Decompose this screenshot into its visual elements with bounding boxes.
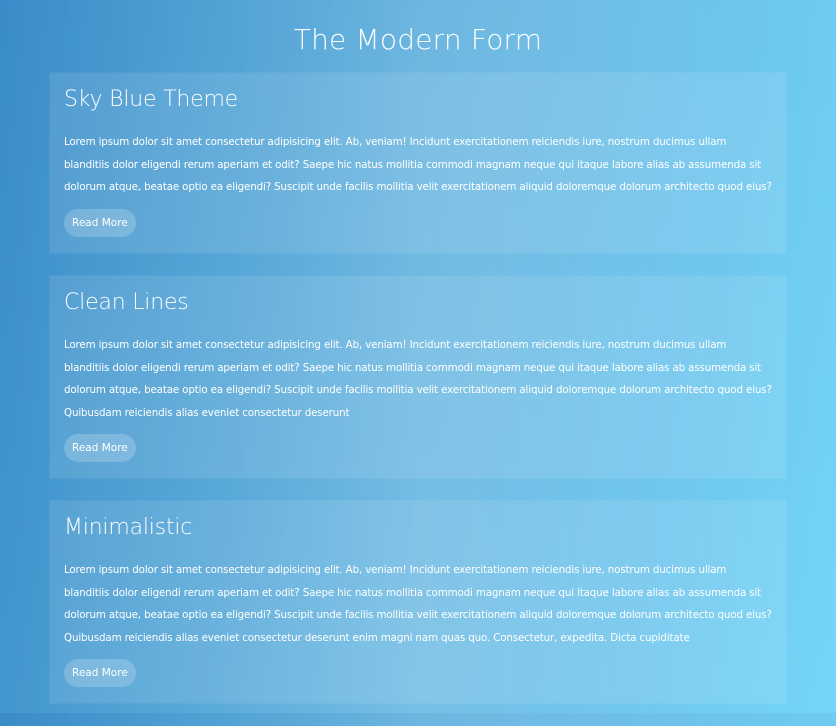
read-more-button[interactable]: Read More <box>64 208 136 237</box>
card-title: Minimalistic <box>64 515 193 540</box>
card-sky-blue-theme: Sky Blue Theme Lorem ipsum dolor sit ame… <box>50 73 786 253</box>
card-body: Lorem ipsum dolor sit amet consectetur a… <box>64 564 772 644</box>
read-more-button[interactable]: Read More <box>64 659 136 687</box>
card-minimalistic: Minimalistic Lorem ipsum dolor sit amet … <box>50 501 786 703</box>
card-title: Sky Blue Theme <box>64 87 239 112</box>
card-body: Lorem ipsum dolor sit amet consectetur a… <box>64 136 772 193</box>
page: The Modern Form Sky Blue Theme Lorem ips… <box>0 0 836 713</box>
card-body: Lorem ipsum dolor sit amet consectetur a… <box>64 339 772 419</box>
card-list: Sky Blue Theme Lorem ipsum dolor sit ame… <box>50 73 786 726</box>
card-title: Clean Lines <box>64 290 189 315</box>
page-title: The Modern Form <box>293 23 543 56</box>
read-more-button[interactable]: Read More <box>64 434 136 462</box>
card-clean-lines: Clean Lines Lorem ipsum dolor sit amet c… <box>50 276 786 478</box>
